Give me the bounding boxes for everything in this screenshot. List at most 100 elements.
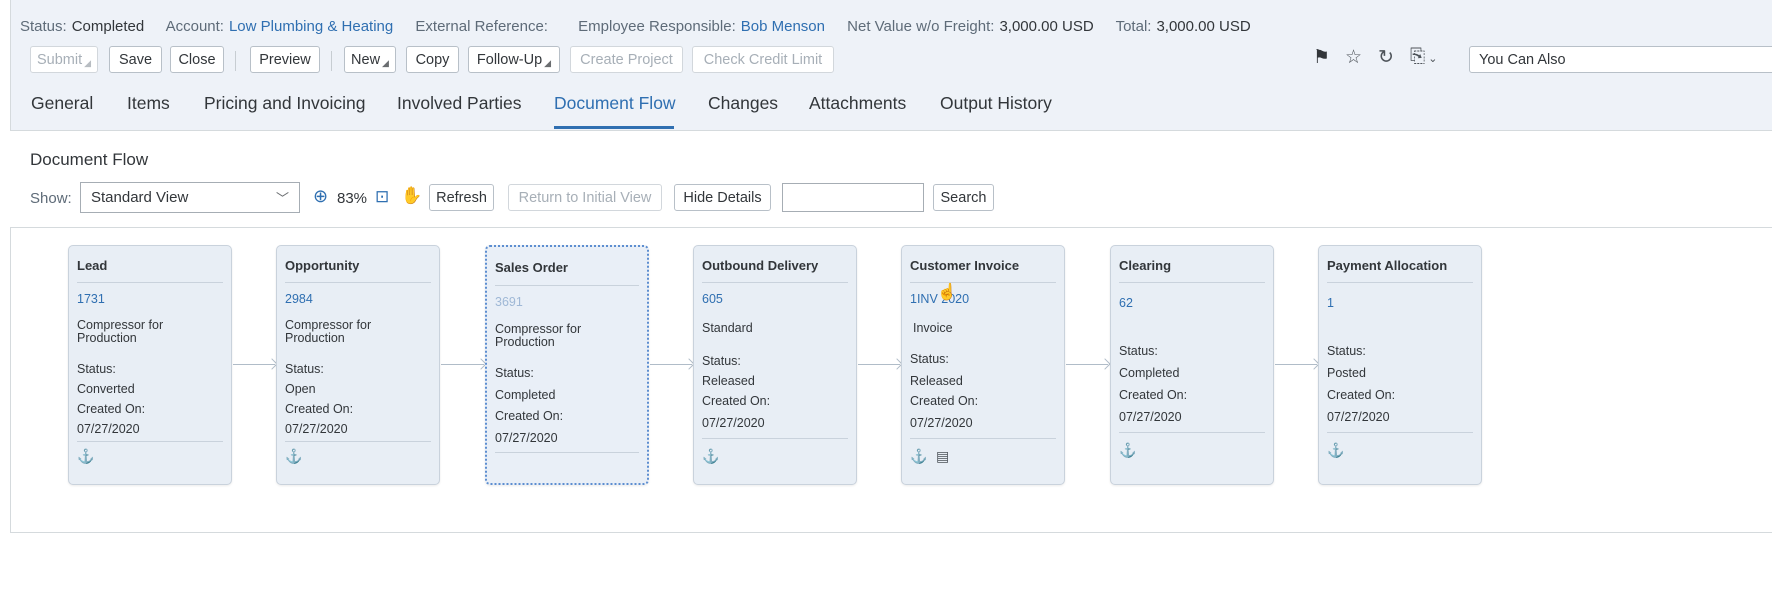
flow-card-opportunity[interactable]: Opportunity 2984 Compressor for Producti… (276, 245, 440, 485)
active-tab-indicator (554, 126, 674, 129)
return-initial-view-button[interactable]: Return to Initial View (508, 184, 662, 211)
card-created-label: Created On: (702, 394, 771, 408)
card-id-link[interactable]: 605 (702, 292, 723, 306)
flow-arrow (1066, 364, 1108, 365)
anchor-icon[interactable]: ⚓ (1327, 442, 1344, 459)
card-status-value: Released (702, 374, 755, 388)
flow-arrow (858, 364, 900, 365)
tab-involved-parties[interactable]: Involved Parties (397, 93, 522, 114)
anchor-icon[interactable]: ⚓ (702, 448, 719, 465)
card-id-link[interactable]: 62 (1119, 296, 1133, 310)
anchor-icon[interactable]: ⚓ (1119, 442, 1136, 459)
card-divider (285, 282, 431, 283)
card-created-label: Created On: (77, 402, 146, 416)
flow-card-sales-order[interactable]: Sales Order 3691 Compressor for Producti… (485, 245, 649, 485)
star-icon[interactable]: ☆ (1345, 46, 1362, 69)
printer-icon[interactable]: ▤ (936, 448, 949, 465)
tab-general[interactable]: General (31, 93, 93, 114)
card-id-link[interactable]: 3691 (495, 295, 523, 309)
submit-button[interactable]: Submit ◢ (30, 46, 98, 73)
refresh-button[interactable]: Refresh (429, 184, 494, 211)
card-divider (77, 441, 223, 442)
card-created-value: 07/27/2020 (1327, 410, 1390, 424)
card-divider (495, 285, 639, 286)
preview-button[interactable]: Preview (250, 46, 320, 73)
card-id-link[interactable]: 1731 (77, 292, 105, 306)
card-created-value: 07/27/2020 (702, 416, 765, 430)
flag-icon[interactable]: ⚑ (1313, 46, 1330, 69)
card-divider (1119, 282, 1265, 283)
tab-output-history[interactable]: Output History (940, 93, 1052, 114)
card-description: Standard (702, 321, 753, 335)
card-title: Outbound Delivery (702, 258, 819, 273)
tab-changes[interactable]: Changes (708, 93, 778, 114)
pan-hand-icon[interactable]: ✋ (401, 186, 422, 206)
new-button[interactable]: New ◢ (344, 46, 396, 73)
save-button[interactable]: Save (109, 46, 162, 73)
card-description: Compressor for Production (77, 318, 164, 345)
search-input[interactable] (782, 183, 924, 212)
zoom-to-fit-icon[interactable]: ⊡ (375, 187, 389, 207)
card-status-value: Completed (1119, 366, 1180, 380)
tab-pricing-and-invoicing[interactable]: Pricing and Invoicing (204, 93, 365, 114)
section-title: Document Flow (30, 150, 149, 169)
card-id-link[interactable]: 2984 (285, 292, 313, 306)
card-created-value: 07/27/2020 (910, 416, 973, 430)
flow-card-lead[interactable]: Lead 1731 Compressor for Production Stat… (68, 245, 232, 485)
flow-arrow (1275, 364, 1317, 365)
show-label: Show: (30, 190, 72, 207)
card-created-label: Created On: (495, 409, 564, 423)
flow-card-clearing[interactable]: Clearing 62 Status: Completed Created On… (1110, 245, 1274, 485)
check-credit-limit-button[interactable]: Check Credit Limit (692, 46, 834, 73)
flow-arrow (650, 364, 692, 365)
anchor-icon[interactable]: ⚓ (77, 448, 94, 465)
card-created-label: Created On: (910, 394, 979, 408)
card-status-label: Status: (1327, 344, 1366, 358)
card-divider (910, 282, 1056, 283)
tab-attachments[interactable]: Attachments (809, 93, 906, 114)
flow-arrow (233, 364, 275, 365)
close-button[interactable]: Close (170, 46, 224, 73)
card-id-link[interactable]: 1 (1327, 296, 1334, 310)
total-value: 3,000.00 USD (1156, 18, 1251, 35)
view-select[interactable]: Standard View ﹀ (80, 182, 300, 213)
card-status-label: Status: (495, 366, 534, 380)
add-document-icon[interactable]: ⎘ ⌄ (1410, 46, 1437, 68)
account-label: Account: (165, 18, 224, 35)
anchor-icon[interactable]: ⚓ (285, 448, 302, 465)
card-description: Compressor for Production (285, 318, 372, 345)
toolbar-separator (235, 51, 236, 71)
copy-button[interactable]: Copy (406, 46, 459, 73)
card-created-value: 07/27/2020 (1119, 410, 1182, 424)
card-status-label: Status: (1119, 344, 1158, 358)
flow-card-payment-allocation[interactable]: Payment Allocation 1 Status: Posted Crea… (1318, 245, 1482, 485)
card-divider (1327, 432, 1473, 433)
anchor-icon[interactable]: ⚓ (910, 448, 927, 465)
employee-label: Employee Responsible: (578, 18, 736, 35)
card-divider (1119, 432, 1265, 433)
create-project-button[interactable]: Create Project (570, 46, 683, 73)
flow-card-outbound-delivery[interactable]: Outbound Delivery 605 Standard Status: R… (693, 245, 857, 485)
tab-items[interactable]: Items (127, 93, 170, 114)
card-status-value: Converted (77, 382, 135, 396)
employee-link[interactable]: Bob Menson (741, 18, 825, 35)
card-divider (77, 282, 223, 283)
account-link[interactable]: Low Plumbing & Heating (229, 18, 393, 35)
tab-document-flow[interactable]: Document Flow (554, 93, 676, 114)
search-button[interactable]: Search (933, 184, 994, 211)
card-status-value: Completed (495, 388, 556, 402)
you-can-also-button[interactable]: You Can Also (1469, 46, 1772, 73)
hide-details-button[interactable]: Hide Details (674, 184, 771, 211)
card-status-value: Posted (1327, 366, 1366, 380)
card-created-value: 07/27/2020 (495, 431, 558, 445)
card-status-value: Released (910, 374, 963, 388)
follow-up-button[interactable]: Follow-Up ◢ (468, 46, 560, 73)
card-status-value: Open (285, 382, 316, 396)
zoom-in-icon[interactable]: ⊕ (313, 186, 328, 207)
refresh-icon[interactable]: ↻ (1378, 46, 1394, 69)
toolbar-separator (331, 51, 332, 71)
card-created-value: 07/27/2020 (77, 422, 140, 436)
mouse-cursor-icon: ☝ (937, 284, 957, 301)
card-divider (910, 438, 1056, 439)
flow-card-customer-invoice[interactable]: Customer Invoice 1INV 2020 Invoice Statu… (901, 245, 1065, 485)
